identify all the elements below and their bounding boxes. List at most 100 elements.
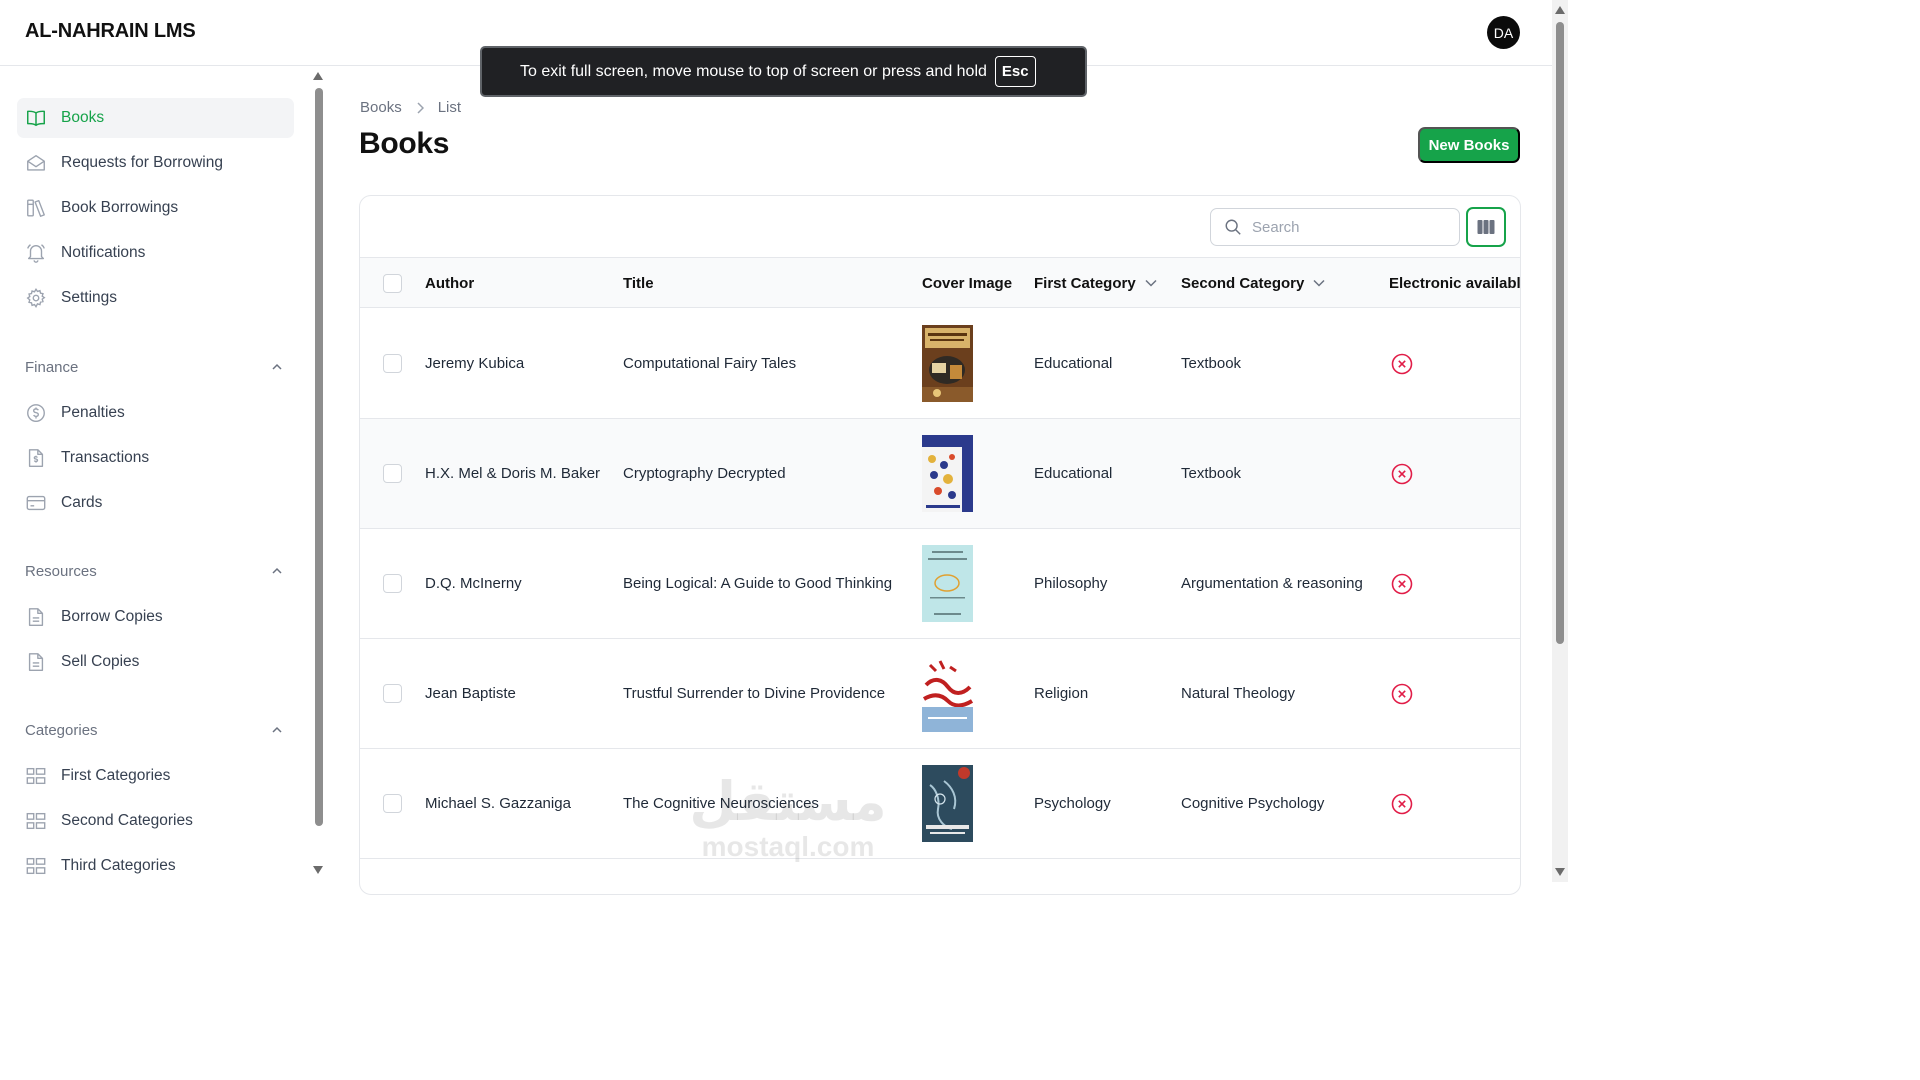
table-row[interactable]: Jeremy Kubica Computational Fairy Tales … [360,309,1520,419]
sidebar-item-first-categories[interactable]: First Categories [17,756,294,796]
sidebar-item-third-categories[interactable]: Third Categories [17,846,294,886]
first-category-cell: Philosophy [1034,575,1108,592]
app-brand[interactable]: AL-NAHRAIN LMS [25,20,196,43]
new-books-button[interactable]: New Books [1418,127,1520,163]
chevron-down-icon[interactable] [1313,279,1325,287]
title-cell: Being Logical: A Guide to Good Thinking [623,575,893,592]
column-header-first-category[interactable]: First Category [1034,258,1157,308]
book-cover-image[interactable] [922,545,973,622]
fullscreen-toast-message: To exit full screen, move mouse to top o… [520,62,987,80]
category-boxes-icon [25,810,47,832]
breadcrumb: Books List [360,99,461,116]
column-header-title[interactable]: Title [623,258,654,308]
first-category-cell: Psychology [1034,795,1111,812]
sidebar-item-cards[interactable]: Cards [17,483,294,523]
sidebar-item-label: Second Categories [61,812,193,829]
breadcrumb-books-link[interactable]: Books [360,99,402,116]
user-avatar[interactable]: DA [1487,16,1520,49]
page-title: Books [359,127,450,160]
search-input[interactable] [1252,218,1442,236]
row-checkbox[interactable] [383,354,402,373]
book-cover-image[interactable] [922,765,973,842]
chevron-down-icon[interactable] [1145,279,1157,287]
table-row[interactable] [360,859,1520,894]
sidebar-group-categories[interactable]: Categories [25,722,98,739]
table-toolbar [360,196,1520,258]
sidebar-scrollbar-thumb[interactable] [315,88,323,826]
sidebar-group-resources[interactable]: Resources [25,563,97,580]
document-icon [25,651,47,673]
sidebar-item-label: Transactions [61,449,150,466]
column-toggle-button[interactable] [1466,207,1506,247]
column-header-author[interactable]: Author [425,258,474,308]
x-circle-icon [1391,353,1413,375]
sidebar-item-second-categories[interactable]: Second Categories [17,801,294,841]
x-circle-icon [1391,573,1413,595]
select-all-checkbox[interactable] [383,274,402,293]
author-cell: Jeremy Kubica [425,355,525,372]
scroll-up-arrow-icon[interactable] [1555,6,1565,14]
sidebar-item-label: Notifications [61,244,146,261]
sidebar-item-notifications[interactable]: Notifications [17,233,294,273]
book-cover-image[interactable] [922,435,973,512]
document-icon [25,606,47,628]
column-header-electronic-available[interactable]: Electronic available [1389,258,1520,308]
book-cover-image[interactable] [922,875,973,885]
scroll-down-arrow-icon[interactable] [313,866,323,874]
page-scrollbar-thumb[interactable] [1556,22,1564,644]
sidebar-item-books[interactable]: Books [17,98,294,138]
sidebar-item-borrow-copies[interactable]: Borrow Copies [17,597,294,637]
envelope-open-icon [25,152,47,174]
sidebar-item-requests-for-borrowing[interactable]: Requests for Borrowing [17,143,294,183]
sidebar-item-label: Sell Copies [61,653,140,670]
column-header-cover-image: Cover Image [922,274,1013,292]
search-field[interactable] [1210,208,1460,246]
sidebar-item-book-borrowings[interactable]: Book Borrowings [17,188,294,228]
sidebar-item-label: Penalties [61,404,125,421]
sidebar-item-penalties[interactable]: Penalties [17,393,294,433]
sidebar-group-finance[interactable]: Finance [25,359,78,376]
scroll-down-arrow-icon[interactable] [1555,868,1565,876]
chevron-up-icon[interactable] [270,360,284,374]
title-cell: Computational Fairy Tales [623,355,797,372]
column-header-label: Second Category [1181,274,1305,292]
book-cover-image[interactable] [922,325,973,402]
title-cell: Trustful Surrender to Divine Providence [623,685,886,702]
table-row[interactable]: Jean Baptiste Trustful Surrender to Divi… [360,639,1520,749]
columns-icon [1477,220,1495,234]
row-checkbox[interactable] [383,464,402,483]
credit-card-icon [25,492,47,514]
table-row[interactable]: D.Q. McInerny Being Logical: A Guide to … [360,529,1520,639]
row-checkbox[interactable] [383,684,402,703]
sidebar-item-settings[interactable]: Settings [17,278,294,318]
table-row[interactable]: Michael S. Gazzaniga The Cognitive Neuro… [360,749,1520,859]
book-cover-image[interactable] [922,655,973,732]
chevron-up-icon[interactable] [270,723,284,737]
column-header-second-category[interactable]: Second Category [1181,258,1325,308]
scroll-up-arrow-icon[interactable] [313,72,323,80]
x-circle-icon [1391,463,1413,485]
first-category-cell: Religion [1034,685,1089,702]
book-open-icon [25,107,47,129]
sidebar-item-label: Requests for Borrowing [61,154,223,171]
x-circle-icon [1391,793,1413,815]
row-checkbox[interactable] [383,574,402,593]
table-row[interactable]: H.X. Mel & Doris M. Baker Cryptography D… [360,419,1520,529]
table-header: Author Title Cover Image First Category … [360,258,1520,308]
sidebar-item-label: Settings [61,289,118,306]
author-cell: D.Q. McInerny [425,575,522,592]
fullscreen-exit-toast: To exit full screen, move mouse to top o… [480,46,1087,97]
row-checkbox[interactable] [383,794,402,813]
dollar-document-icon [25,447,47,469]
sidebar-item-sell-copies[interactable]: Sell Copies [17,642,294,682]
dollar-circle-icon [25,402,47,424]
esc-key-hint: Esc [994,56,1036,87]
bell-icon [25,242,47,264]
search-icon [1225,219,1241,235]
chevron-up-icon[interactable] [270,564,284,578]
title-cell: The Cognitive Neurosciences [623,795,819,812]
sidebar-item-label: Books [61,109,105,126]
book-lean-icon [25,197,47,219]
sidebar-item-transactions[interactable]: Transactions [17,438,294,478]
second-category-cell: Cognitive Psychology [1181,795,1325,812]
